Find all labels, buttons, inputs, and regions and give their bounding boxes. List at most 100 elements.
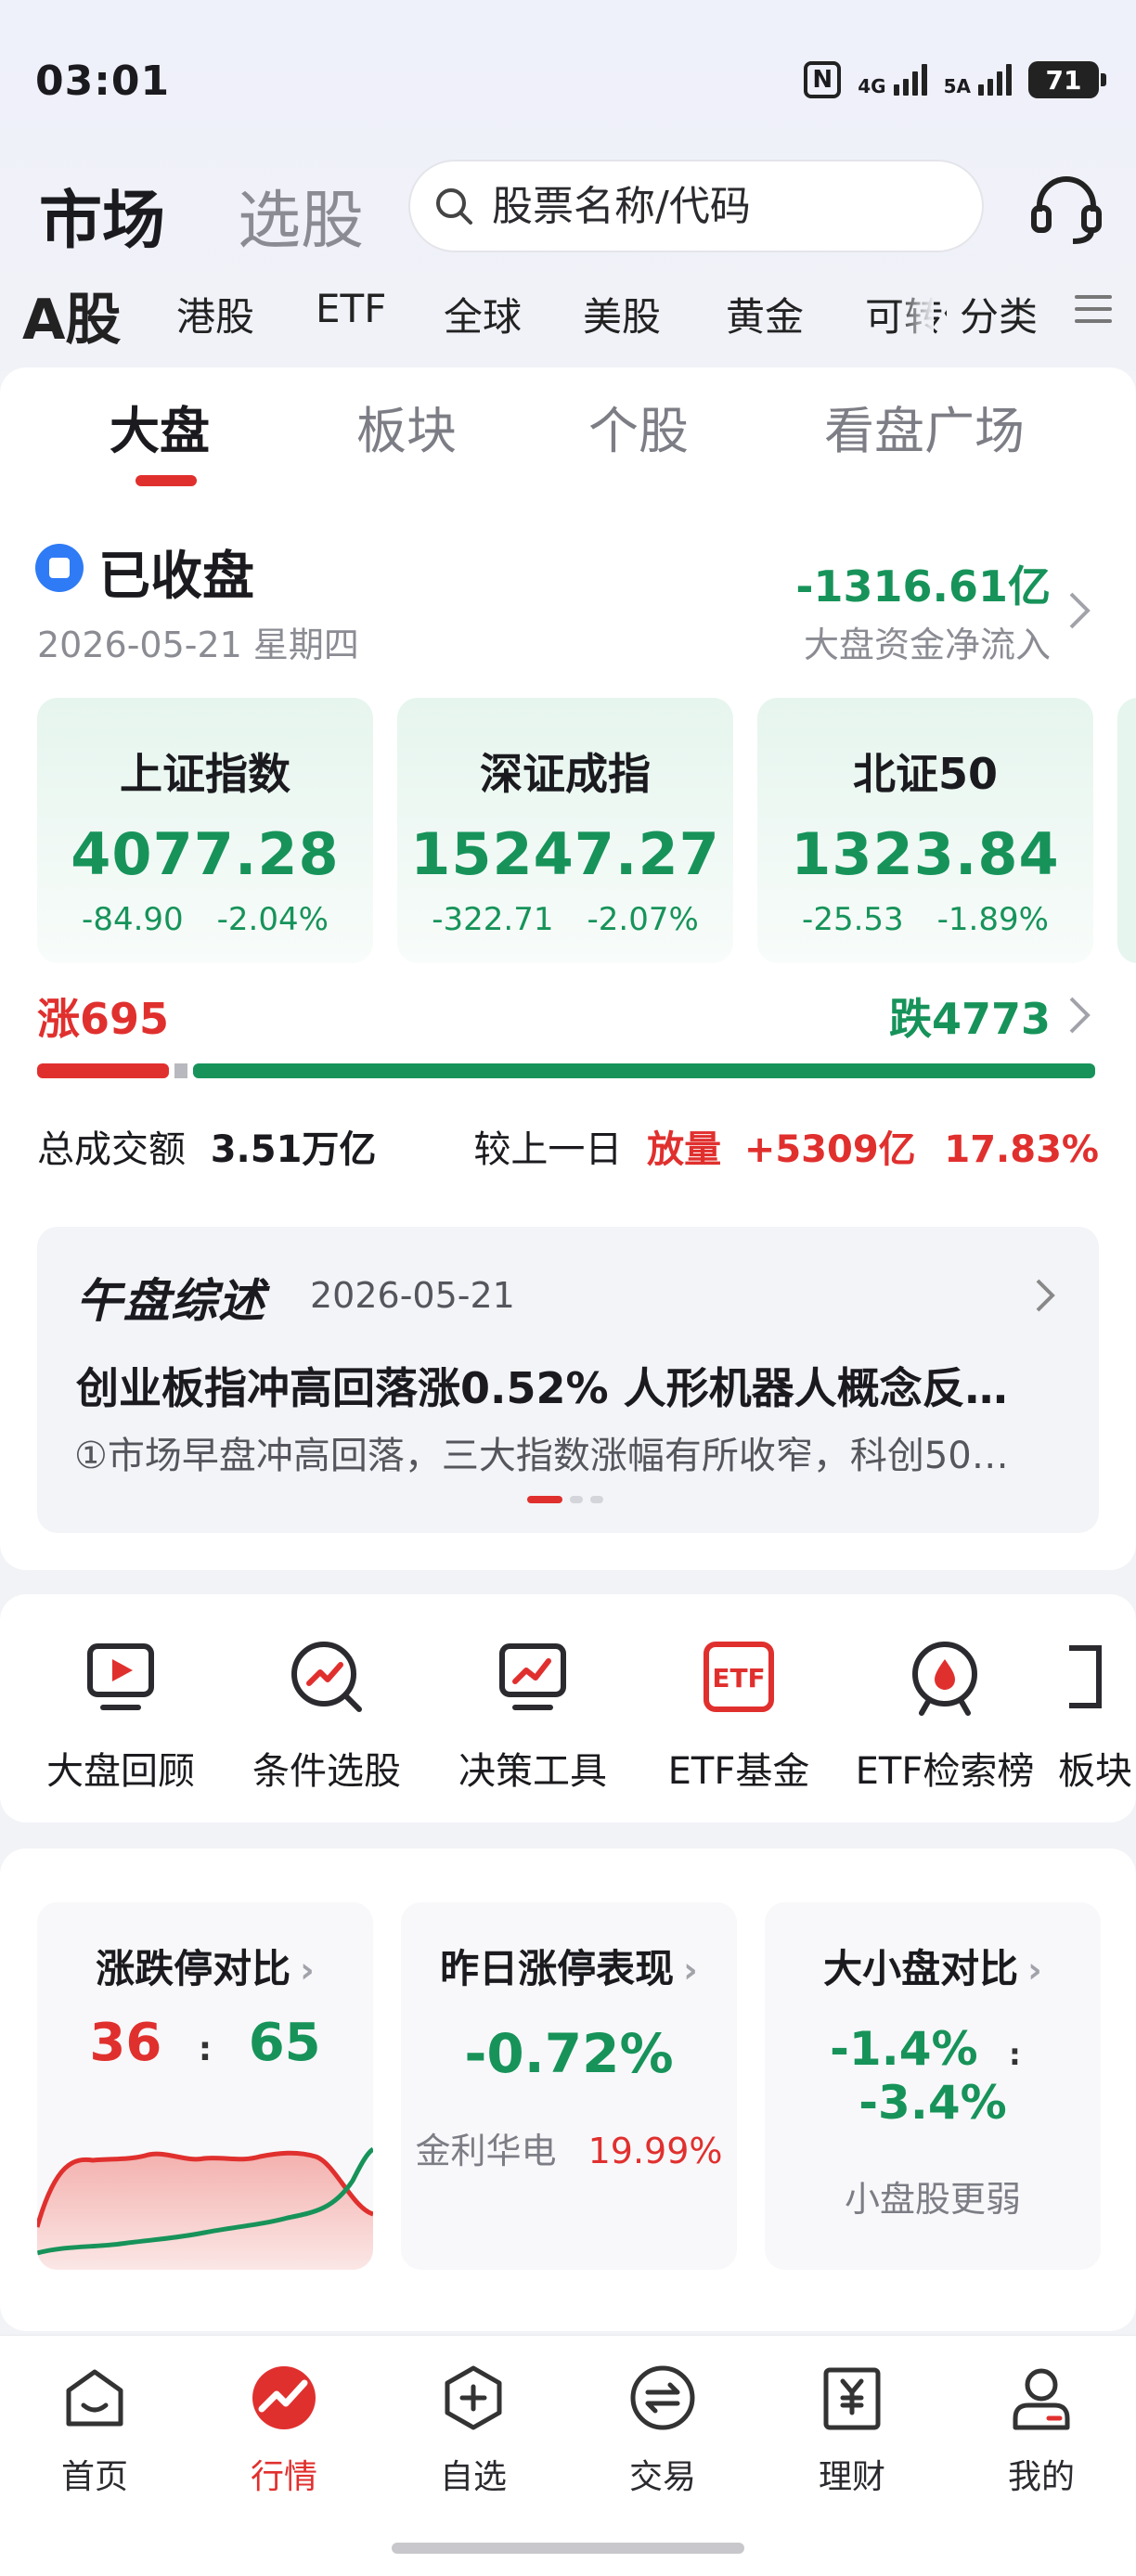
tool-condition-picker[interactable]: 条件选股: [234, 1635, 420, 1795]
nav-profile[interactable]: 我的: [967, 2363, 1116, 2498]
tool-label: 决策工具: [458, 1750, 607, 1793]
nav-wealth[interactable]: 理财: [778, 2363, 926, 2498]
limit-up-count: 36: [89, 2013, 162, 2073]
tool-etf-rank[interactable]: ETF检索榜: [852, 1635, 1038, 1795]
turnover-label: 总成交额: [37, 1128, 186, 1171]
market-tab-gold[interactable]: 黄金: [726, 286, 804, 342]
chevron-right-icon: ›: [683, 1950, 698, 1990]
index-change: -322.71: [432, 901, 554, 938]
signal-5a-label: 5A: [943, 75, 971, 97]
yesterday-limit-title: 昨日涨停表现: [440, 1946, 675, 1991]
compare-pct: 17.83%: [944, 1128, 1099, 1171]
nav-watchlist[interactable]: 自选: [399, 2363, 548, 2498]
home-indicator: [392, 2543, 744, 2554]
chart-board-icon: [499, 1643, 566, 1710]
tool-market-review[interactable]: 大盘回顾: [28, 1635, 213, 1795]
index-change: -25.53: [802, 901, 904, 938]
index-price: 1323.84: [791, 820, 1060, 888]
large-cap-change: -1.4%: [830, 2022, 978, 2076]
nav-label: 行情: [250, 2458, 317, 2496]
nav-trade[interactable]: 交易: [588, 2363, 737, 2498]
market-status: 已收盘: [98, 547, 254, 607]
etf-icon: ETF: [704, 1642, 774, 1712]
monitor-play-icon: [87, 1643, 154, 1710]
index-card-partial[interactable]: [1117, 698, 1136, 963]
market-tab-a-shares[interactable]: A股: [22, 275, 121, 355]
search-icon: [436, 188, 472, 225]
search-input[interactable]: [492, 182, 937, 230]
status-icons: N 4G 5A 71: [804, 61, 1106, 98]
search-trend-icon: [291, 1642, 362, 1712]
tool-etf-fund[interactable]: ETF ETF基金: [646, 1635, 832, 1795]
subtab-sectors[interactable]: 板块: [356, 390, 457, 463]
news-logo: 午盘综述: [76, 1274, 265, 1328]
tool-label: 大盘回顾: [46, 1750, 195, 1793]
index-price: 15247.27: [410, 820, 720, 888]
market-tab-hk[interactable]: 港股: [176, 286, 254, 342]
size-compare-box[interactable]: 大小盘对比 › -1.4% : -3.4% 小盘股更弱: [765, 1902, 1101, 2270]
index-card-szse[interactable]: 深证成指 15247.27 -322.71 -2.07%: [397, 698, 733, 963]
market-closed-icon: [35, 544, 84, 592]
index-change-pct: -2.07%: [587, 901, 699, 938]
market-tab-category[interactable]: 分类: [960, 286, 1038, 342]
limit-down-count: 65: [248, 2013, 321, 2073]
size-compare-note: 小盘股更弱: [844, 2179, 1021, 2220]
market-tab-etf[interactable]: ETF: [316, 286, 386, 331]
nav-market[interactable]: 行情: [210, 2363, 358, 2498]
chevron-right-icon[interactable]: [1067, 590, 1091, 631]
subtab-overview[interactable]: 大盘: [110, 390, 210, 463]
decliners-count[interactable]: 跌4773: [889, 985, 1051, 1047]
svg-text:ETF: ETF: [712, 1663, 765, 1694]
news-card[interactable]: 午盘综述 2026-05-21 创业板指冲高回落涨0.52% 人形机器人概念反……: [37, 1227, 1099, 1533]
index-card-sse[interactable]: 上证指数 4077.28 -84.90 -2.04%: [37, 698, 373, 963]
tool-sector[interactable]: 板块: [1058, 1635, 1136, 1795]
index-price: 4077.28: [71, 820, 340, 888]
small-cap-change: -3.4%: [858, 2076, 1007, 2130]
yesterday-top-stock: 金利华电: [415, 2131, 557, 2171]
index-card-bse50[interactable]: 北证50 1323.84 -25.53 -1.89%: [757, 698, 1093, 963]
breadth-bar-flat: [174, 1063, 187, 1078]
market-tab-global[interactable]: 全球: [444, 286, 522, 342]
net-flow-value[interactable]: -1316.61亿: [795, 553, 1051, 614]
breadth-bar: [37, 1063, 1095, 1078]
limit-sep: :: [198, 2030, 213, 2068]
menu-icon[interactable]: [1075, 295, 1112, 327]
yesterday-limit-box[interactable]: 昨日涨停表现 › -0.72% 金利华电 19.99%: [401, 1902, 737, 2270]
tool-label: 条件选股: [252, 1750, 401, 1793]
turnover: 总成交额 3.51万亿: [37, 1119, 376, 1173]
chevron-right-icon: ›: [1027, 1950, 1042, 1990]
subtab-stocks[interactable]: 个股: [588, 390, 689, 463]
nav-label: 自选: [439, 2458, 507, 2496]
limit-compare-box[interactable]: 涨跌停对比 › 36 : 65: [37, 1902, 373, 2270]
tool-label: ETF基金: [667, 1750, 810, 1793]
customer-service-icon[interactable]: [1026, 169, 1106, 249]
sector-icon: [1069, 1645, 1102, 1708]
breadth-bar-up: [37, 1063, 169, 1078]
bottom-nav: [0, 2335, 1136, 2576]
chevron-right-icon[interactable]: [1034, 1277, 1056, 1314]
search-bar[interactable]: [408, 160, 984, 252]
limit-compare-chart: [37, 2146, 373, 2270]
nav-label: 交易: [628, 2458, 696, 2496]
signal-5a-icon: 5A: [944, 64, 1012, 96]
market-tab-us[interactable]: 美股: [583, 286, 661, 342]
size-compare-title: 大小盘对比: [823, 1946, 1019, 1991]
tab-market[interactable]: 市场: [39, 169, 165, 261]
index-change: -84.90: [82, 901, 184, 938]
market-tabs: A股 港股 ETF 全球 美股 黄金 可转债 分类: [0, 275, 1136, 353]
chevron-right-icon: ›: [300, 1950, 315, 1990]
subtab-square[interactable]: 看盘广场: [824, 390, 1025, 463]
tool-decision[interactable]: 决策工具: [440, 1635, 626, 1795]
tab-stock-picker[interactable]: 选股: [238, 169, 364, 261]
advancers-count: 涨695: [37, 994, 170, 1044]
status-time: 03:01: [35, 58, 171, 105]
index-name: 北证50: [852, 749, 998, 799]
subtab-indicator: [136, 475, 197, 486]
nav-home[interactable]: 首页: [20, 2363, 169, 2498]
signal-4g-label: 4G: [858, 75, 886, 97]
breadth-bar-down: [193, 1063, 1095, 1078]
chevron-right-icon[interactable]: [1067, 995, 1091, 1036]
compare-type: 放量: [647, 1128, 722, 1171]
nav-label: 我的: [1007, 2458, 1075, 2496]
net-flow-label[interactable]: 大盘资金净流入: [804, 616, 1051, 667]
